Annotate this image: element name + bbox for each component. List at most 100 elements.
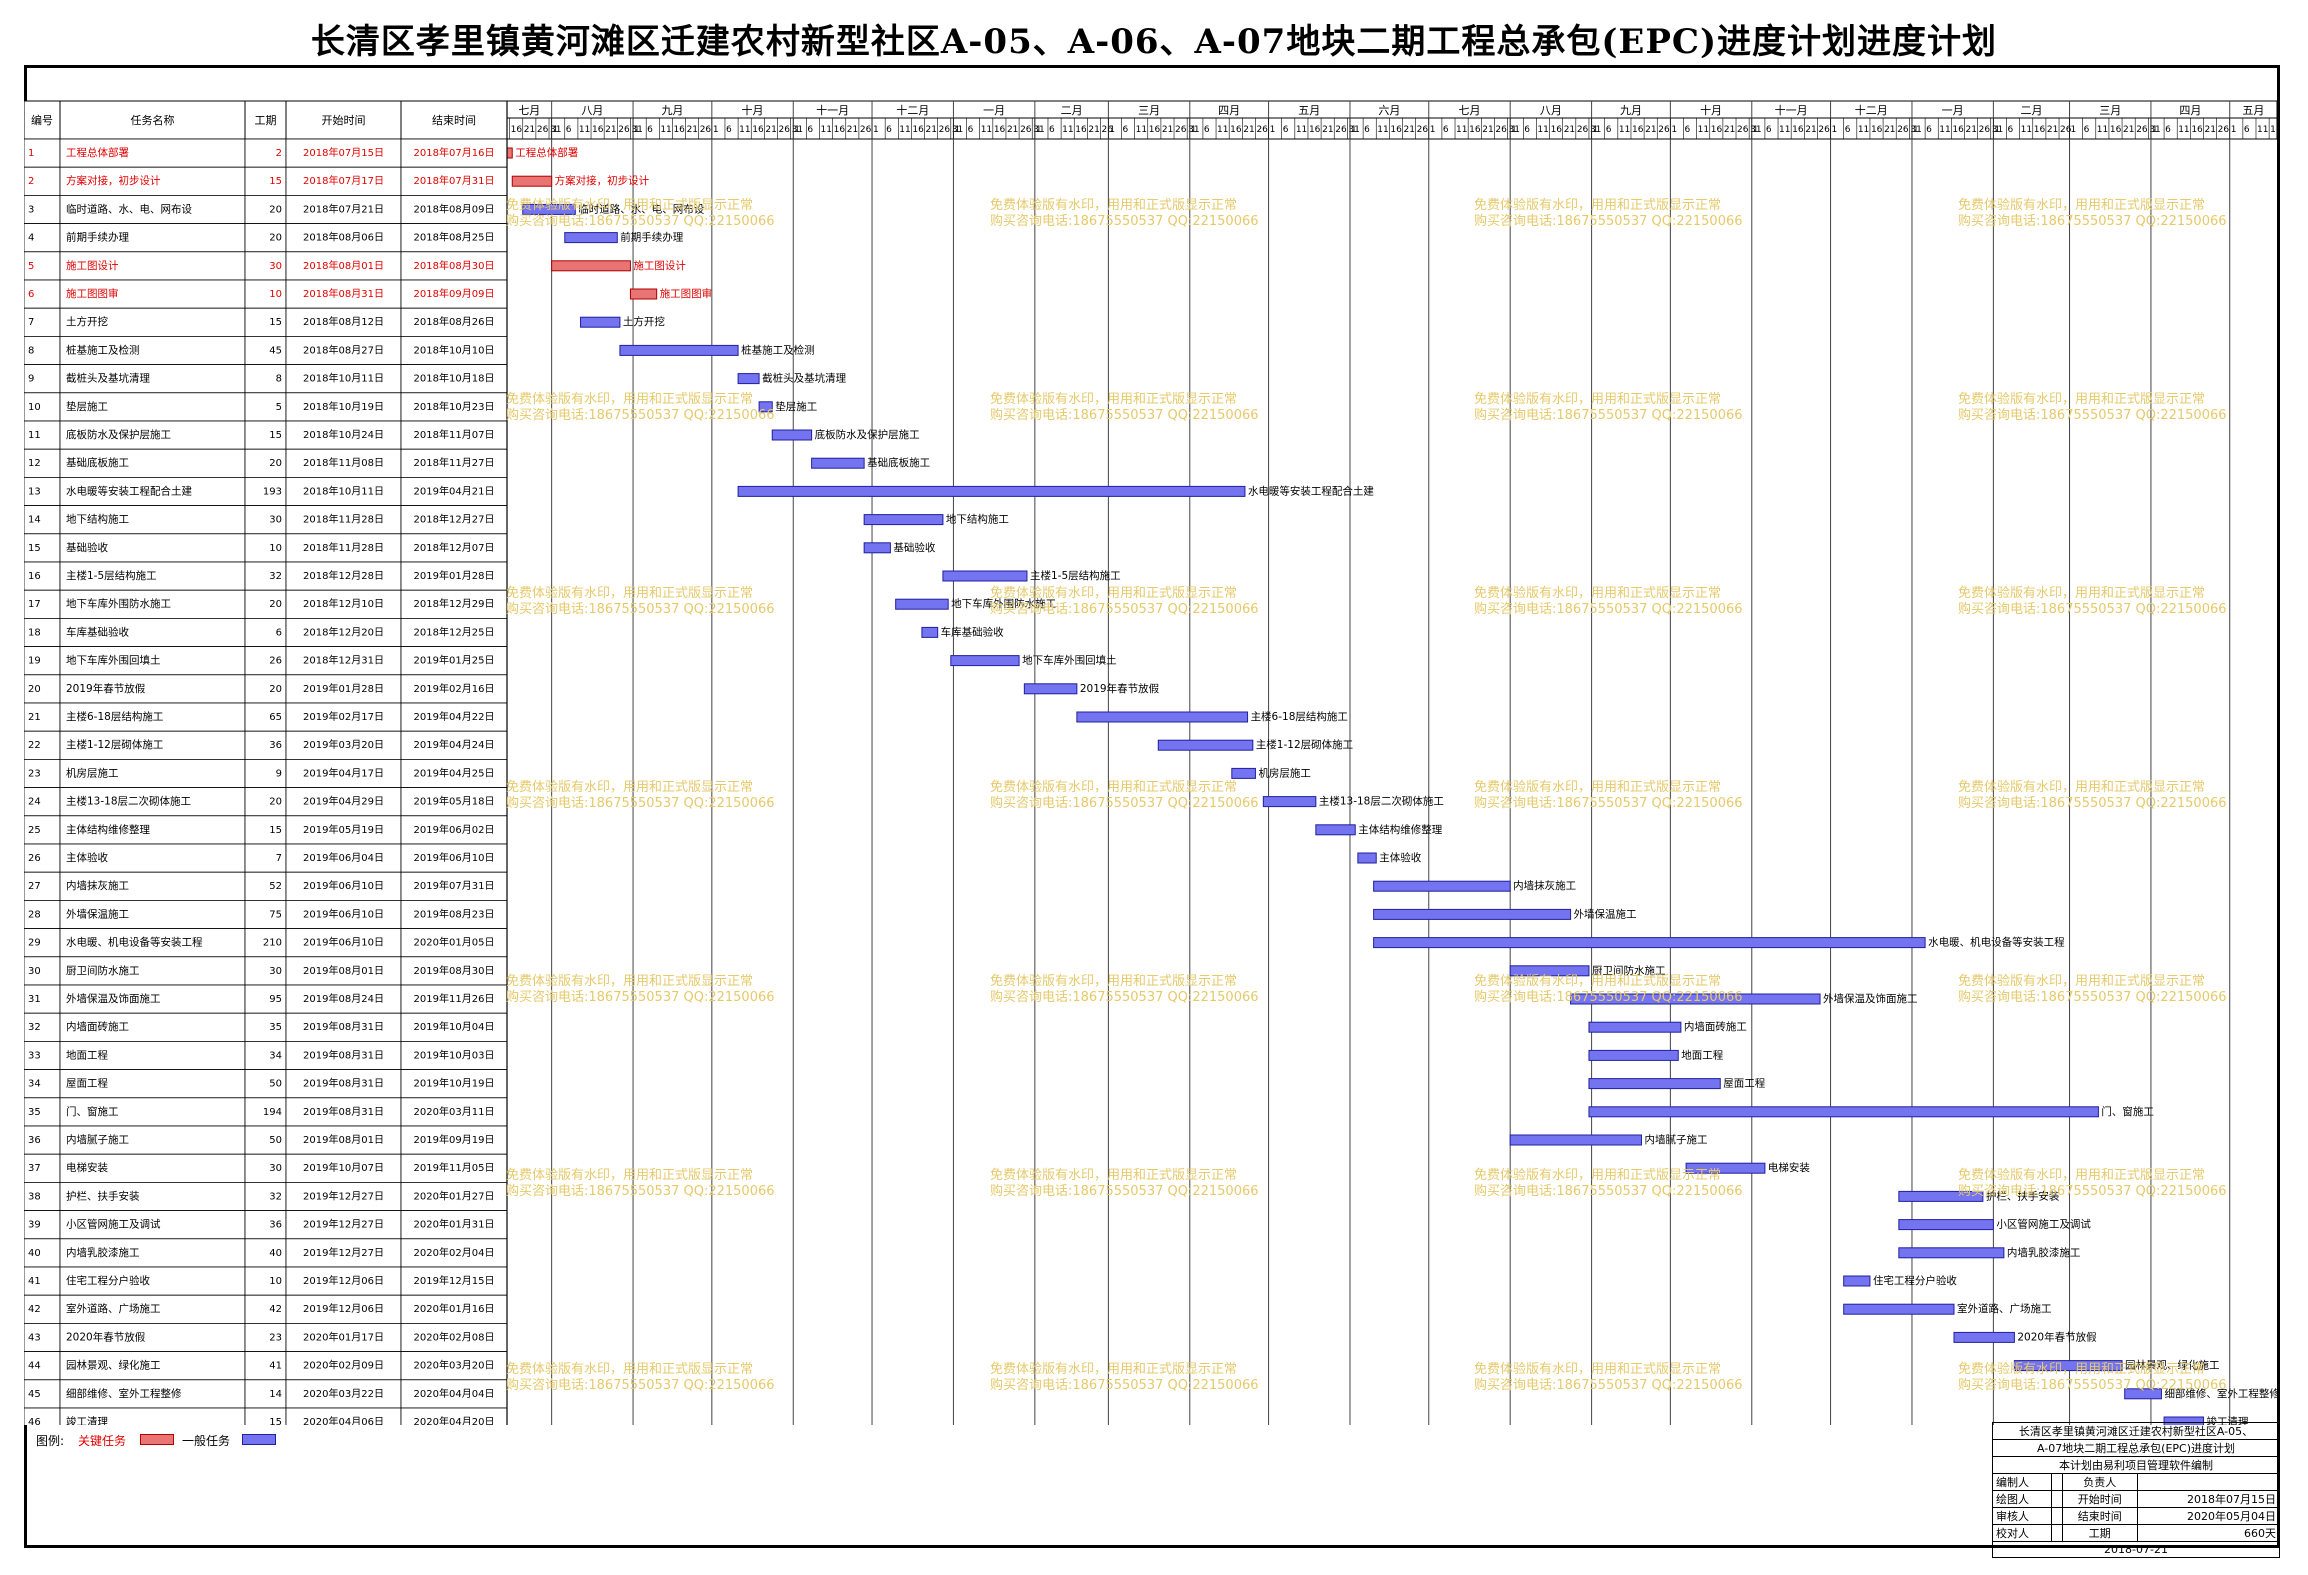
task-start: 2020年02月09日 (303, 1359, 384, 1372)
task-id: 41 (28, 1276, 41, 1287)
task-duration: 41 (269, 1361, 282, 1372)
task-start: 2018年07月17日 (303, 174, 384, 187)
day-tick-label: 21 (1162, 125, 1173, 135)
month-label: 一月 (1942, 104, 1964, 117)
day-tick-label: 6 (1283, 125, 1289, 135)
day-tick-label: 11 (1217, 125, 1228, 135)
task-name: 主楼1-5层结构施工 (66, 569, 157, 582)
task-bar (1357, 852, 1377, 864)
task-name: 截桩头及基坑清理 (66, 372, 150, 385)
watermark-text: 免费体验版有水印，用用和正式版显示正常 (990, 586, 1238, 601)
task-id: 17 (28, 599, 41, 610)
task-bar (771, 429, 813, 441)
day-tick-label: 6 (886, 125, 892, 135)
month-label: 十月 (742, 103, 764, 117)
day-tick-label: 1 (2152, 125, 2158, 135)
task-id: 43 (28, 1332, 41, 1343)
task-bar-label: 施工图图审 (660, 287, 713, 300)
day-tick-label: 11 (1698, 125, 1709, 135)
task-name: 基础底板施工 (66, 456, 129, 469)
task-duration: 15 (269, 176, 282, 187)
day-tick-label: 1 (794, 125, 800, 135)
day-tick-label: 21 (926, 125, 937, 135)
legend-normal-label: 一般任务 (182, 1434, 231, 1448)
task-bar-label: 电梯安装 (1768, 1161, 1810, 1174)
task-start: 2018年08月31日 (303, 287, 384, 300)
title-block-row: 校对人 工期 660天 (1991, 1524, 2281, 1542)
task-bar-label: 施工图设计 (633, 259, 686, 272)
task-name: 地下车库外围回填土 (66, 654, 161, 667)
day-tick-label: 21 (1884, 125, 1895, 135)
task-bar (1898, 1219, 1994, 1231)
task-duration: 30 (269, 966, 282, 977)
day-tick-label: 1 (1191, 125, 1197, 135)
task-id: 18 (28, 627, 41, 638)
day-tick-label: 26 (1737, 125, 1749, 135)
day-tick-label: 16 (1149, 125, 1161, 135)
task-end: 2018年12月07日 (414, 541, 495, 554)
task-start: 2019年04月17日 (303, 766, 384, 779)
task-duration: 7 (276, 853, 282, 864)
title-block-software: 本计划由易利项目管理软件编制 (1992, 1456, 2280, 1474)
task-start: 2019年08月01日 (303, 964, 384, 977)
day-tick-label: 16 (1792, 125, 1804, 135)
watermark-text: 购买咨询电话:18675550537 QQ:22150066 (1474, 796, 1743, 811)
watermark-text: 购买咨询电话:18675550537 QQ:22150066 (990, 408, 1259, 423)
day-tick-label: 16 (1632, 125, 1644, 135)
watermark-text: 购买咨询电话:18675550537 QQ:22150066 (506, 796, 775, 811)
task-end: 2019年04月21日 (414, 484, 495, 497)
task-end: 2019年10月04日 (414, 1020, 495, 1033)
day-tick-label: 6 (1766, 125, 1772, 135)
day-tick-label: 16 (1469, 125, 1481, 135)
task-start: 2019年02月17日 (303, 710, 384, 723)
day-tick-label: 6 (1364, 125, 1370, 135)
header-label: 编号 (31, 113, 53, 127)
day-tick-label: 11 (981, 125, 992, 135)
task-bar-label: 车库基础验收 (941, 625, 1004, 638)
watermark-text: 免费体验版有水印，用用和正式版显示正常 (1958, 974, 2206, 989)
day-tick-label: 16 (592, 125, 604, 135)
task-bar (1262, 796, 1317, 808)
task-bar (1315, 824, 1356, 836)
task-bar (921, 626, 939, 638)
day-tick-label: 21 (1088, 125, 1099, 135)
task-id: 1 (28, 148, 34, 159)
task-start: 2019年08月31日 (303, 1077, 384, 1090)
task-bar (950, 655, 1020, 667)
task-duration: 20 (269, 233, 282, 244)
task-end: 2019年02月16日 (414, 682, 495, 695)
task-bar-label: 内墙抹灰施工 (1513, 879, 1576, 892)
task-end: 2019年04月22日 (414, 710, 495, 723)
day-tick-label: 11 (1779, 125, 1790, 135)
task-end: 2018年09月09日 (414, 287, 495, 300)
day-tick-label: 11 (1377, 125, 1388, 135)
task-bar-label: 机房层施工 (1258, 766, 1311, 779)
task-bar-label: 2020年春节放假 (2017, 1330, 2097, 1343)
title-block-row: 编制人 负责人 (1991, 1473, 2281, 1491)
task-bar-label: 小区管网施工及调试 (1996, 1218, 2091, 1231)
task-end: 2020年01月05日 (414, 936, 495, 949)
day-tick-label: 21 (1322, 125, 1333, 135)
day-tick-label: 16 (994, 125, 1006, 135)
watermark-text: 免费体验版有水印，用用和正式版显示正常 (506, 392, 754, 407)
task-id: 33 (28, 1050, 41, 1061)
task-start: 2018年10月11日 (303, 484, 384, 497)
task-bar-label: 主体验收 (1379, 851, 1421, 864)
task-name: 主体验收 (66, 851, 108, 864)
day-tick-label: 11 (1939, 125, 1950, 135)
task-duration: 10 (269, 1276, 282, 1287)
task-name: 地面工程 (66, 1048, 108, 1061)
task-bar-label: 截桩头及基坑清理 (762, 372, 846, 385)
watermark-text: 购买咨询电话:18675550537 QQ:22150066 (990, 214, 1259, 229)
watermark-text: 免费体验版有水印，用用和正式版显示正常 (990, 974, 1238, 989)
task-name: 2019年春节放假 (66, 682, 146, 695)
task-id: 13 (28, 486, 41, 497)
day-tick-label: 16 (2270, 125, 2280, 135)
task-bar (619, 344, 739, 356)
watermark-text: 购买咨询电话:18675550537 QQ:22150066 (506, 408, 775, 423)
task-start: 2018年08月01日 (303, 259, 384, 272)
task-start: 2020年04月06日 (303, 1415, 384, 1425)
day-tick-label: 1 (2231, 125, 2237, 135)
legend-critical-label: 关键任务 (78, 1434, 127, 1448)
task-start: 2019年03月20日 (303, 738, 384, 751)
